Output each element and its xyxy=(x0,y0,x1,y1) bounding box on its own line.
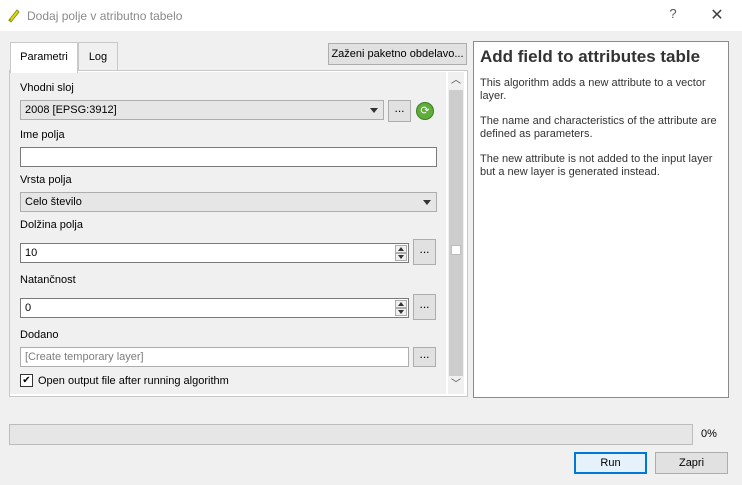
scroll-thumb[interactable] xyxy=(449,90,463,376)
input-layer-label: Vhodni sloj xyxy=(20,82,74,94)
precision-spinner[interactable] xyxy=(395,300,407,316)
input-layer-browse-button[interactable]: ... xyxy=(388,100,411,122)
chevron-down-icon xyxy=(423,200,431,205)
help-paragraph: The new attribute is not added to the in… xyxy=(480,153,713,178)
input-layer-select[interactable]: 2008 [EPSG:3912] xyxy=(20,100,384,120)
help-panel: Add field to attributes table This algor… xyxy=(473,41,729,398)
output-label: Dodano xyxy=(20,329,59,341)
spin-up-icon[interactable] xyxy=(395,245,407,253)
precision-browse-button[interactable]: ... xyxy=(413,294,436,320)
precision-input[interactable]: 0 xyxy=(20,298,409,318)
chevron-down-icon xyxy=(370,108,378,113)
precision-value: 0 xyxy=(25,302,32,314)
tab-log[interactable]: Log xyxy=(78,42,118,71)
spin-down-icon[interactable] xyxy=(395,308,407,316)
qgis-icon xyxy=(8,9,20,23)
field-type-select[interactable]: Celo število xyxy=(20,192,437,212)
field-length-value: 10 xyxy=(25,247,38,259)
output-browse-button[interactable]: ... xyxy=(413,347,436,367)
field-name-label: Ime polja xyxy=(20,129,65,141)
help-button[interactable]: ? xyxy=(663,6,683,24)
progress-percent: 0% xyxy=(701,428,717,440)
field-name-input[interactable] xyxy=(20,147,437,167)
output-input[interactable]: [Create temporary layer] xyxy=(20,347,409,367)
field-type-label: Vrsta polja xyxy=(20,174,72,186)
help-title: Add field to attributes table xyxy=(480,47,701,66)
batch-process-button[interactable]: Zaženi paketno obdelavo... xyxy=(328,43,467,65)
dialog-window: Dodaj polje v atributno tabelo ? ✕ Param… xyxy=(0,0,742,485)
input-layer-value: 2008 [EPSG:3912] xyxy=(25,104,117,116)
title-bar: Dodaj polje v atributno tabelo ? ✕ xyxy=(0,0,742,31)
run-button[interactable]: Run xyxy=(574,452,647,474)
open-output-label: Open output file after running algorithm xyxy=(38,375,229,387)
spin-up-icon[interactable] xyxy=(395,300,407,308)
spin-down-icon[interactable] xyxy=(395,253,407,261)
progress-bar xyxy=(9,424,693,445)
window-title: Dodaj polje v atributno tabelo xyxy=(27,9,183,23)
close-button[interactable]: Zapri xyxy=(655,452,728,474)
field-length-spinner[interactable] xyxy=(395,245,407,261)
open-output-checkbox[interactable]: ✔ xyxy=(20,374,33,387)
tab-parametri[interactable]: Parametri xyxy=(10,42,78,73)
field-length-browse-button[interactable]: ... xyxy=(413,239,436,265)
field-length-label: Dolžina polja xyxy=(20,219,83,231)
help-paragraph: The name and characteristics of the attr… xyxy=(480,115,717,140)
close-window-button[interactable]: ✕ xyxy=(707,5,727,25)
form-scrollbar[interactable]: ︿ ﹀ xyxy=(448,72,464,394)
help-paragraph: This algorithm adds a new attribute to a… xyxy=(480,77,706,102)
scroll-track[interactable] xyxy=(449,90,463,376)
refresh-icon[interactable]: ⟳ xyxy=(416,102,434,120)
field-length-input[interactable]: 10 xyxy=(20,243,409,263)
scroll-up-icon[interactable]: ︿ xyxy=(451,76,461,86)
field-type-value: Celo število xyxy=(25,196,82,208)
scroll-grip xyxy=(451,245,461,255)
precision-label: Natančnost xyxy=(20,274,76,286)
parameters-form xyxy=(10,72,446,394)
scroll-down-icon[interactable]: ﹀ xyxy=(451,380,461,390)
